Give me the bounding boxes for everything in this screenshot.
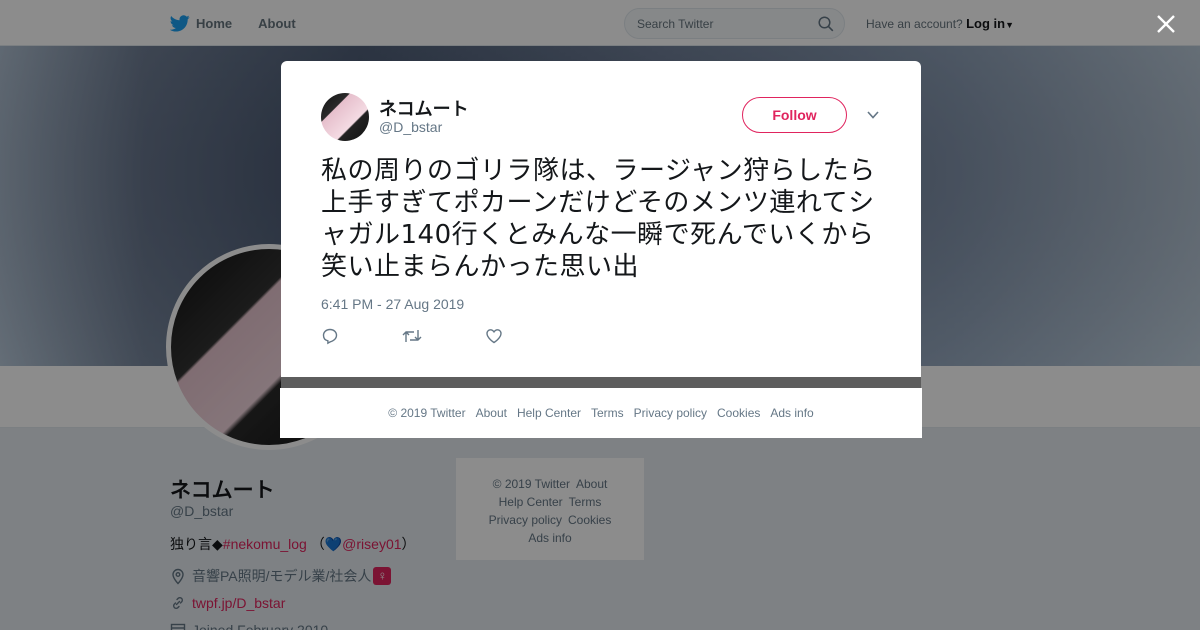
chevron-down-icon[interactable] — [865, 109, 881, 121]
footer-copyright: © 2019 Twitter — [388, 406, 466, 420]
footer-about-link[interactable]: About — [476, 406, 507, 420]
tweet-author-name[interactable]: ネコムート — [379, 95, 469, 121]
close-icon[interactable] — [1154, 12, 1178, 36]
modal-divider — [281, 377, 921, 388]
footer-cookies-link[interactable]: Cookies — [717, 406, 760, 420]
tweet-text: 私の周りのゴリラ隊は、ラージャン狩らしたら上手すぎてポカーンだけどそのメンツ連れ… — [321, 156, 876, 282]
footer-ads-link[interactable]: Ads info — [770, 406, 813, 420]
tweet-modal: ネコムート @D_bstar Follow 私の周りのゴリラ隊は、ラージャン狩ら… — [281, 61, 921, 377]
footer-privacy-link[interactable]: Privacy policy — [634, 406, 707, 420]
heart-icon — [486, 329, 502, 344]
like-action[interactable] — [485, 327, 503, 345]
tweet-timestamp[interactable]: 6:41 PM - 27 Aug 2019 — [321, 296, 464, 312]
footer-help-link[interactable]: Help Center — [517, 406, 581, 420]
retweet-action[interactable] — [401, 327, 423, 345]
reply-icon — [322, 328, 338, 345]
tweet-author-avatar[interactable] — [321, 93, 369, 141]
tweet-author-handle[interactable]: @D_bstar — [379, 119, 442, 135]
retweet-icon — [402, 330, 422, 342]
modal-footer: © 2019 Twitter About Help Center Terms P… — [280, 388, 922, 438]
reply-action[interactable] — [321, 327, 339, 345]
footer-terms-link[interactable]: Terms — [591, 406, 624, 420]
follow-button[interactable]: Follow — [742, 97, 847, 133]
tweet-actions — [321, 327, 565, 345]
